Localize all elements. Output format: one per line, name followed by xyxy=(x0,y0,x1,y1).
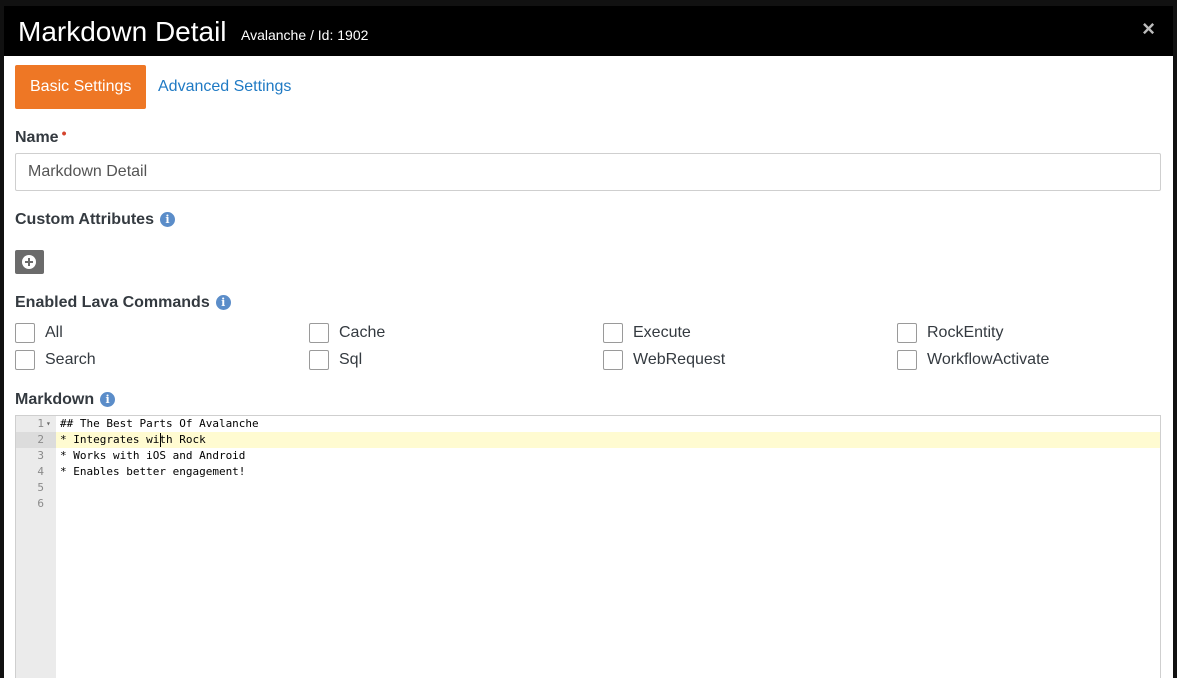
checkbox-webrequest[interactable]: WebRequest xyxy=(603,350,725,370)
line-number: 2 xyxy=(37,433,44,446)
line-number: 4 xyxy=(37,465,44,478)
frame-left xyxy=(0,0,4,678)
close-icon[interactable]: × xyxy=(1142,18,1155,40)
checkbox-label: Search xyxy=(45,351,96,368)
lava-commands-label-row: Enabled Lava Commands i xyxy=(15,294,231,312)
text-cursor xyxy=(160,433,161,447)
checkbox-sql[interactable]: Sql xyxy=(309,350,362,370)
code-line[interactable]: ## The Best Parts Of Avalanche xyxy=(60,416,259,432)
info-icon[interactable]: i xyxy=(215,295,231,310)
line-number: 3 xyxy=(37,449,44,462)
name-label: Name xyxy=(15,129,59,146)
line-number: 5 xyxy=(37,481,44,494)
active-line-highlight xyxy=(56,432,1160,448)
checkbox-box[interactable] xyxy=(897,350,917,370)
code-line[interactable]: * Works with iOS and Android xyxy=(60,448,245,464)
checkbox-box[interactable] xyxy=(897,323,917,343)
checkbox-label: Sql xyxy=(339,351,363,368)
checkbox-label: WebRequest xyxy=(633,351,726,368)
modal-title: Markdown Detail xyxy=(18,16,227,47)
modal-subtitle: Avalanche / Id: 1902 xyxy=(241,27,369,43)
markdown-label: Markdown xyxy=(15,391,95,408)
line-number: 1 xyxy=(37,417,44,430)
info-icon[interactable]: i xyxy=(159,212,175,227)
checkbox-label: Cache xyxy=(339,324,386,341)
checkbox-rockentity[interactable]: RockEntity xyxy=(897,323,1003,343)
code-line[interactable]: * Integrates with Rock xyxy=(60,432,206,448)
tab-advanced-settings[interactable]: Advanced Settings xyxy=(143,65,306,109)
add-attribute-button[interactable] xyxy=(15,250,44,274)
checkbox-box[interactable] xyxy=(15,350,35,370)
required-marker: • xyxy=(61,125,67,141)
markdown-label-row: Markdown i xyxy=(15,391,116,409)
custom-attributes-label: Custom Attributes xyxy=(15,211,154,228)
checkbox-box[interactable] xyxy=(603,350,623,370)
line-number: 6 xyxy=(37,497,44,510)
lava-commands-label: Enabled Lava Commands xyxy=(15,294,210,311)
checkbox-label: RockEntity xyxy=(927,324,1004,341)
name-input[interactable] xyxy=(15,153,1161,191)
checkbox-box[interactable] xyxy=(15,323,35,343)
checkbox-cache[interactable]: Cache xyxy=(309,323,385,343)
code-line[interactable]: * Enables better engagement! xyxy=(60,464,245,480)
frame-right xyxy=(1173,0,1177,678)
checkbox-box[interactable] xyxy=(309,323,329,343)
checkbox-label: All xyxy=(45,324,63,341)
custom-attributes-label-row: Custom Attributes i xyxy=(15,211,175,229)
checkbox-label: WorkflowActivate xyxy=(927,351,1050,368)
checkbox-search[interactable]: Search xyxy=(15,350,96,370)
fold-arrow-icon[interactable]: ▾ xyxy=(46,416,51,432)
checkbox-box[interactable] xyxy=(603,323,623,343)
modal-header: Markdown Detail Avalanche / Id: 1902 × xyxy=(4,6,1173,56)
markdown-editor[interactable]: 1 ▾ 2 3 4 5 6 ## The Best Parts Of Avala… xyxy=(15,415,1161,678)
checkbox-label: Execute xyxy=(633,324,691,341)
checkbox-box[interactable] xyxy=(309,350,329,370)
name-label-row: Name • xyxy=(15,125,66,147)
checkbox-execute[interactable]: Execute xyxy=(603,323,691,343)
checkbox-workflowactivate[interactable]: WorkflowActivate xyxy=(897,350,1049,370)
checkbox-all[interactable]: All xyxy=(15,323,63,343)
info-icon[interactable]: i xyxy=(100,392,116,407)
tab-basic-settings[interactable]: Basic Settings xyxy=(15,65,147,109)
modal-window: Markdown Detail Avalanche / Id: 1902 × B… xyxy=(0,0,1177,678)
plus-circle-icon xyxy=(22,255,36,269)
